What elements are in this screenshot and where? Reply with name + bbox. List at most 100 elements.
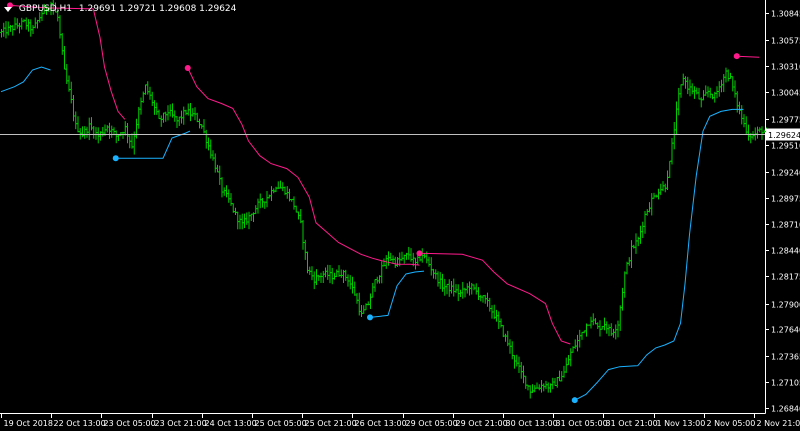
ohlc-bar xyxy=(436,271,440,287)
ohlc-bar xyxy=(589,316,593,329)
chart-ohlc-values: 1.29691 1.29721 1.29608 1.29624 xyxy=(78,4,237,14)
ohlc-bar xyxy=(690,83,694,95)
ohlc-bar xyxy=(445,283,449,295)
ohlc-bar xyxy=(303,239,307,260)
ohlc-bar xyxy=(369,293,372,309)
ohlc-bar xyxy=(402,254,406,264)
ohlc-bar xyxy=(162,112,165,123)
ohlc-bar xyxy=(672,122,676,150)
upper-line-segment xyxy=(736,55,760,58)
ohlc-bar xyxy=(564,357,568,373)
ohlc-bar xyxy=(36,19,39,29)
current-price-label: 1.29624 xyxy=(768,131,800,140)
ohlc-bar xyxy=(731,76,735,92)
ohlc-bar xyxy=(684,76,687,89)
x-tick-label: 30 Oct 13:00 xyxy=(506,419,558,428)
ohlc-bar xyxy=(258,193,262,209)
ohlc-bar xyxy=(623,271,627,298)
chart-menu-icon[interactable] xyxy=(4,6,12,12)
ohlc-bar xyxy=(438,272,442,290)
ohlc-bar xyxy=(447,279,451,297)
x-tick-label: 29 Oct 21:00 xyxy=(456,419,508,428)
ohlc-bar xyxy=(308,266,312,275)
ohlc-bar xyxy=(486,292,489,307)
y-tick-label: 1.27900 xyxy=(771,301,800,310)
ohlc-bar xyxy=(155,102,159,115)
ohlc-bar xyxy=(591,313,595,326)
chart-header: GBPUSD,H1 1.29691 1.29721 1.29608 1.2962… xyxy=(4,2,236,16)
ohlc-bar xyxy=(648,202,651,213)
ohlc-bar xyxy=(699,97,703,108)
ohlc-bar xyxy=(733,80,737,98)
y-tick-label: 1.30575 xyxy=(771,37,800,46)
price-chart[interactable]: 1.29624 1.30845 1.30575 1.30310 1.30045 1.29… xyxy=(0,0,800,431)
ohlc-bar xyxy=(650,193,654,216)
ohlc-bar xyxy=(720,79,723,93)
ohlc-bar xyxy=(159,115,163,127)
ohlc-bar xyxy=(330,267,334,285)
ohlc-bar xyxy=(670,138,674,165)
indicator-lines xyxy=(0,4,760,401)
lower-signal-dot xyxy=(112,155,119,162)
ohlc-bar xyxy=(679,84,683,98)
ohlc-bar xyxy=(4,21,8,39)
ohlc-bar xyxy=(443,278,447,296)
lower-signal-dot xyxy=(571,397,578,404)
ohlc-bar xyxy=(236,211,240,230)
ohlc-bar xyxy=(603,317,606,331)
y-tick-label: 1.27365 xyxy=(771,353,800,362)
ohlc-bar xyxy=(499,318,503,328)
ohlc-bar xyxy=(189,103,192,122)
ohlc-bar xyxy=(454,284,458,294)
y-tick-label: 1.27105 xyxy=(771,379,800,388)
ohlc-bar xyxy=(301,219,305,250)
ohlc-bar xyxy=(360,304,363,317)
ohlc-bar xyxy=(123,121,127,136)
upper-line-segment xyxy=(9,4,126,120)
x-tick-label: 24 Oct 13:00 xyxy=(205,419,257,428)
upper-signal-dot xyxy=(416,250,423,257)
ohlc-bar xyxy=(612,328,615,338)
ohlc-bar xyxy=(400,251,404,261)
ohlc-bar xyxy=(450,280,453,294)
ohlc-bar xyxy=(618,305,622,331)
lower-signal-dot xyxy=(367,314,373,321)
ohlc-bar xyxy=(551,377,555,390)
y-tick-label: 1.28440 xyxy=(771,247,800,256)
y-tick-label: 1.29775 xyxy=(771,116,800,125)
ohlc-bar xyxy=(353,281,357,296)
ohlc-bar xyxy=(87,117,91,141)
ohlc-bar xyxy=(164,111,168,122)
ohlc-bar xyxy=(715,86,719,99)
ohlc-bar xyxy=(472,284,476,291)
ohlc-bar xyxy=(148,86,152,100)
ohlc-bar xyxy=(558,370,561,382)
ohlc-bar xyxy=(607,324,611,337)
ohlc-bar xyxy=(598,320,602,337)
ohlc-bar xyxy=(375,276,379,284)
ohlc-bar xyxy=(267,194,271,199)
ohlc-bar xyxy=(15,18,19,29)
ohlc-bar xyxy=(180,110,183,124)
ohlc-bar xyxy=(105,125,109,133)
ohlc-bar xyxy=(31,24,35,34)
ohlc-bar xyxy=(722,74,726,93)
ohlc-bar xyxy=(218,165,222,185)
ohlc-bar xyxy=(632,244,636,249)
ohlc-bar xyxy=(195,112,199,123)
ohlc-bar xyxy=(373,279,377,292)
ohlc-bar xyxy=(211,150,215,161)
ohlc-bar xyxy=(681,73,685,86)
ohlc-bar xyxy=(281,182,285,192)
ohlc-bar xyxy=(213,153,217,173)
ohlc-bar xyxy=(756,126,759,139)
ohlc-bar xyxy=(465,283,469,294)
x-tick-label: 1 Nov 13:00 xyxy=(657,419,706,428)
ohlc-bar xyxy=(708,87,712,99)
ohlc-bar xyxy=(697,87,701,100)
ohlc-bar xyxy=(711,93,714,100)
y-tick-label: 1.30045 xyxy=(771,89,800,98)
ohlc-bar xyxy=(717,81,721,97)
ohlc-bar xyxy=(553,377,557,387)
ohlc-bar xyxy=(540,380,543,393)
